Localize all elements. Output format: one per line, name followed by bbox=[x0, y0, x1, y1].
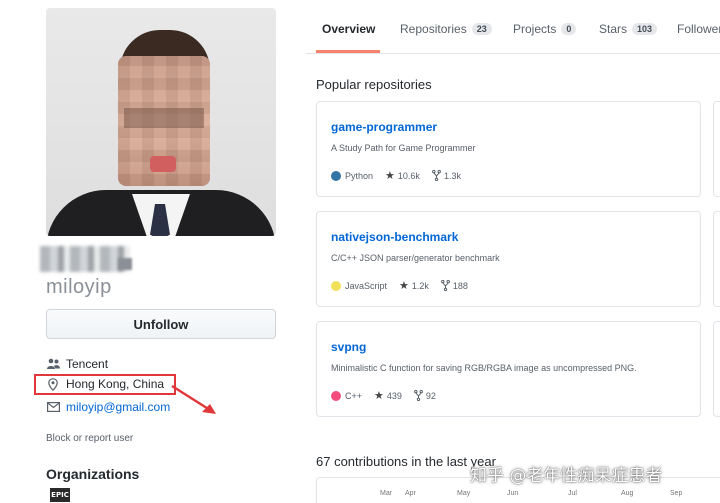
avatar[interactable] bbox=[46, 8, 276, 236]
profile-company: Tencent bbox=[46, 357, 108, 371]
star-icon: ★ bbox=[385, 170, 395, 182]
repo-card-partial bbox=[713, 101, 720, 197]
repo-meta: JavaScript ★ 1.2k 188 bbox=[331, 279, 480, 292]
language-label: Python bbox=[345, 170, 374, 181]
repo-meta: Python ★ 10.6k 1.3k bbox=[331, 169, 473, 182]
repo-forks[interactable]: 188 bbox=[441, 280, 468, 291]
mail-icon bbox=[46, 400, 60, 414]
profile-email[interactable]: miloyip@gmail.com bbox=[46, 400, 170, 414]
tab-followers-label: Follower bbox=[677, 22, 720, 36]
org-logo-epic[interactable]: EPIC bbox=[50, 488, 70, 502]
email-link[interactable]: miloyip@gmail.com bbox=[66, 400, 170, 414]
contributions-heading: 67 contributions in the last year bbox=[316, 454, 496, 469]
stars-value: 10.6k bbox=[397, 170, 420, 181]
repo-meta: C++ ★ 439 92 bbox=[331, 389, 448, 402]
repo-link[interactable]: nativejson-benchmark bbox=[331, 230, 458, 244]
repo-card-partial bbox=[713, 211, 720, 307]
repo-description: C/C++ JSON parser/generator benchmark bbox=[331, 253, 500, 263]
organizations-heading: Organizations bbox=[46, 466, 140, 482]
stars-count: 103 bbox=[632, 23, 658, 35]
tab-repositories[interactable]: Repositories 23 bbox=[400, 22, 492, 36]
zhihu-watermark: 知乎 @老年性痴呆症患者 bbox=[470, 466, 663, 486]
repo-stars[interactable]: ★ 439 bbox=[374, 389, 402, 402]
repo-card: game-programmer A Study Path for Game Pr… bbox=[316, 101, 701, 197]
repo-card-partial bbox=[713, 321, 720, 417]
month-label: May bbox=[457, 490, 471, 497]
month-label: Aug bbox=[621, 490, 634, 497]
forks-value: 188 bbox=[452, 280, 468, 291]
tab-projects[interactable]: Projects 0 bbox=[513, 22, 577, 36]
repo-language: C++ bbox=[331, 390, 363, 401]
repo-link[interactable]: svpng bbox=[331, 340, 366, 354]
language-color-dot bbox=[331, 280, 341, 291]
star-icon: ★ bbox=[399, 280, 409, 292]
repo-language: JavaScript bbox=[331, 280, 388, 291]
projects-count: 0 bbox=[561, 23, 577, 35]
repo-description: Minimalistic C function for saving RGB/R… bbox=[331, 363, 637, 373]
month-label: Apr bbox=[405, 490, 416, 497]
repo-stars[interactable]: ★ 10.6k bbox=[385, 169, 420, 182]
repo-language: Python bbox=[331, 170, 374, 181]
language-label: C++ bbox=[345, 390, 363, 401]
month-label: Jul bbox=[568, 490, 577, 497]
month-label: Mar bbox=[380, 490, 393, 497]
language-color-dot bbox=[331, 170, 341, 181]
forks-value: 1.3k bbox=[443, 170, 461, 181]
repo-link[interactable]: game-programmer bbox=[331, 120, 437, 134]
active-tab-underline bbox=[316, 50, 380, 53]
people-icon bbox=[46, 357, 60, 371]
forks-value: 92 bbox=[425, 390, 436, 401]
repo-forks[interactable]: 1.3k bbox=[432, 170, 461, 181]
unfollow-button[interactable]: Unfollow bbox=[46, 309, 276, 339]
tab-stars-label: Stars bbox=[599, 22, 628, 36]
repo-forks[interactable]: 92 bbox=[414, 390, 436, 401]
location-highlight-box bbox=[34, 374, 176, 395]
full-name-blurred bbox=[40, 246, 130, 272]
tab-projects-label: Projects bbox=[513, 22, 557, 36]
language-color-dot bbox=[331, 390, 341, 401]
tab-overview-label: Overview bbox=[322, 22, 376, 36]
tab-overview[interactable]: Overview bbox=[322, 22, 375, 36]
repositories-count: 23 bbox=[471, 23, 492, 35]
company-text: Tencent bbox=[66, 357, 109, 371]
red-arrow-annotation bbox=[171, 384, 216, 414]
fork-icon bbox=[414, 390, 423, 401]
month-label: Jun bbox=[507, 490, 519, 497]
stars-value: 439 bbox=[386, 390, 402, 401]
tab-followers[interactable]: Follower bbox=[677, 22, 720, 36]
repo-card: nativejson-benchmark C/C++ JSON parser/g… bbox=[316, 211, 701, 307]
full-name-blurred-tail bbox=[118, 258, 132, 270]
fork-icon bbox=[432, 170, 441, 181]
popular-repos-heading: Popular repositories bbox=[316, 77, 432, 92]
block-report-link[interactable]: Block or report user bbox=[46, 433, 133, 444]
month-label: Sep bbox=[670, 490, 683, 497]
username: miloyip bbox=[46, 276, 112, 298]
avatar-mouth bbox=[150, 156, 176, 172]
repo-card: svpng Minimalistic C function for saving… bbox=[316, 321, 701, 417]
stars-value: 1.2k bbox=[411, 280, 429, 291]
fork-icon bbox=[441, 280, 450, 291]
avatar-eyes bbox=[124, 108, 204, 128]
language-label: JavaScript bbox=[345, 280, 388, 291]
star-icon: ★ bbox=[374, 390, 384, 402]
tab-repositories-label: Repositories bbox=[400, 22, 467, 36]
repo-description: A Study Path for Game Programmer bbox=[331, 143, 476, 153]
tab-stars[interactable]: Stars 103 bbox=[599, 22, 658, 36]
repo-stars[interactable]: ★ 1.2k bbox=[399, 279, 429, 292]
